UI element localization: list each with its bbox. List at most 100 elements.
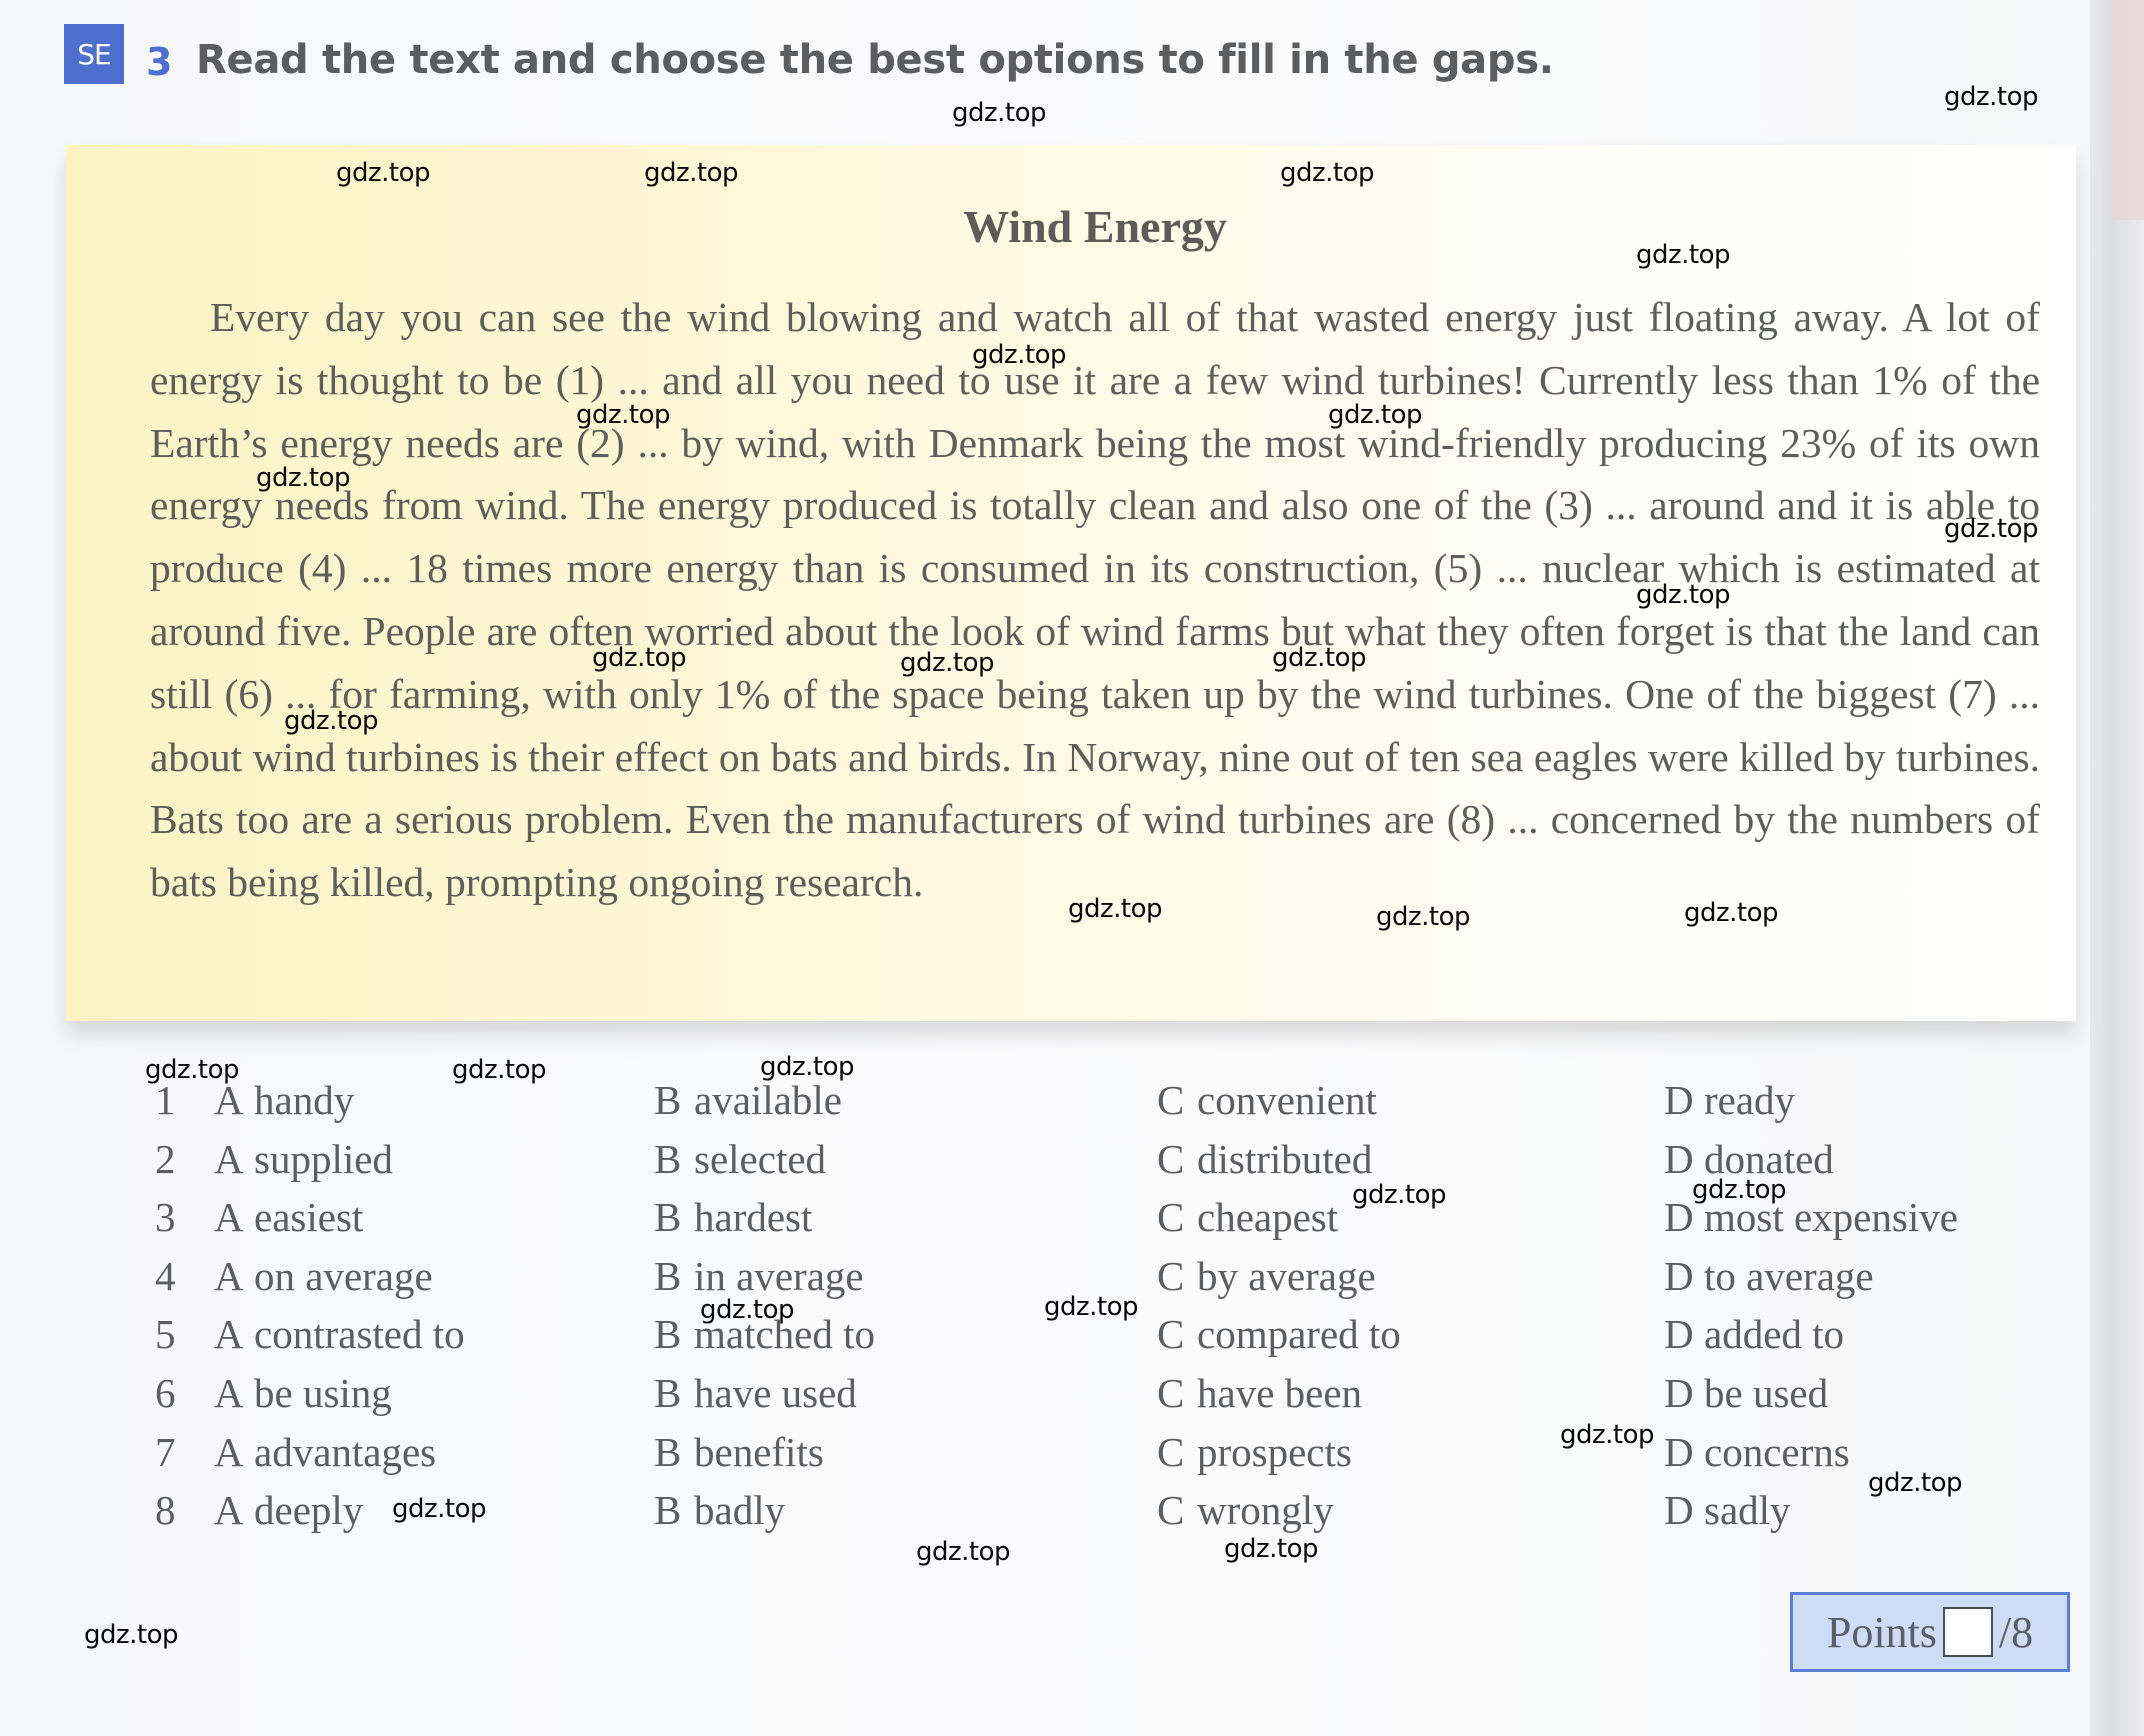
option-letter: B xyxy=(654,1077,682,1123)
watermark: gdz.top xyxy=(700,1295,795,1325)
passage-title: Wind Energy xyxy=(963,201,1227,252)
option-a[interactable]: Adeeply xyxy=(214,1486,363,1534)
option-b[interactable]: Bhardest xyxy=(654,1193,812,1241)
se-badge: SE xyxy=(64,24,124,84)
option-text: by average xyxy=(1197,1252,1376,1299)
option-letter: C xyxy=(1157,1135,1185,1182)
option-c[interactable]: Ccompared to xyxy=(1157,1310,1401,1358)
option-d[interactable]: Dconcerns xyxy=(1664,1428,1850,1476)
option-text: selected xyxy=(694,1135,827,1182)
option-d[interactable]: Dready xyxy=(1664,1076,1795,1124)
watermark: gdz.top xyxy=(1636,240,1731,270)
option-c[interactable]: Cby average xyxy=(1157,1252,1376,1300)
option-letter: C xyxy=(1157,1252,1185,1299)
watermark: gdz.top xyxy=(145,1055,240,1085)
option-letter: B xyxy=(654,1370,682,1416)
option-letter: C xyxy=(1157,1370,1185,1416)
passage-text: Every day you can see the wind blowing a… xyxy=(150,294,2040,906)
option-d[interactable]: Dsadly xyxy=(1664,1486,1791,1534)
option-row: 3 Aeasiest Bhardest Ccheapest Dmost expensiv… xyxy=(0,1193,2144,1251)
option-letter: D xyxy=(1664,1252,1694,1299)
option-text: added to xyxy=(1704,1311,1845,1358)
option-text: wrongly xyxy=(1197,1487,1334,1534)
watermark: gdz.top xyxy=(1944,82,2039,112)
watermark: gdz.top xyxy=(576,400,671,430)
option-letter: D xyxy=(1664,1428,1694,1475)
option-letter: B xyxy=(654,1487,682,1534)
option-text: deeply xyxy=(254,1487,364,1534)
watermark: gdz.top xyxy=(1044,1292,1139,1322)
option-row: 6 Abe using Bhave used Chave been Dbe used xyxy=(0,1369,2144,1427)
option-a[interactable]: Aon average xyxy=(214,1252,433,1300)
option-c[interactable]: Cwrongly xyxy=(1157,1486,1334,1534)
option-b[interactable]: Bhave used xyxy=(654,1369,857,1417)
option-c[interactable]: Cconvenient xyxy=(1157,1076,1377,1124)
option-letter: A xyxy=(214,1252,244,1299)
option-b[interactable]: Bavailable xyxy=(654,1076,842,1124)
option-letter: C xyxy=(1157,1428,1185,1475)
option-c[interactable]: Ccheapest xyxy=(1157,1193,1338,1241)
points-max: /8 xyxy=(1998,1607,2034,1657)
watermark: gdz.top xyxy=(1868,1468,1963,1498)
option-a[interactable]: Aadvantages xyxy=(214,1428,436,1476)
option-d[interactable]: Dbe used xyxy=(1664,1369,1828,1417)
option-text: available xyxy=(694,1077,842,1123)
option-c[interactable]: Cdistributed xyxy=(1157,1135,1372,1183)
watermark: gdz.top xyxy=(760,1052,855,1082)
option-letter: B xyxy=(654,1252,682,1299)
question-number: 5 xyxy=(155,1311,176,1358)
option-d[interactable]: Dto average xyxy=(1664,1252,1874,1300)
option-a[interactable]: Acontrasted to xyxy=(214,1310,465,1358)
option-text: distributed xyxy=(1197,1135,1373,1182)
watermark: gdz.top xyxy=(1692,1175,1787,1205)
points-input[interactable] xyxy=(1942,1607,1993,1657)
watermark: gdz.top xyxy=(1352,1180,1447,1210)
question-number: 7 xyxy=(155,1428,176,1475)
watermark: gdz.top xyxy=(452,1055,547,1085)
book-spine-tint xyxy=(2112,0,2144,220)
option-row: 1 Ahandy Bavailable Cconvenient Dready xyxy=(0,1076,2144,1134)
option-b[interactable]: Bin average xyxy=(654,1252,864,1300)
option-letter: A xyxy=(214,1311,244,1358)
watermark: gdz.top xyxy=(256,463,351,493)
option-text: concerns xyxy=(1704,1428,1850,1475)
watermark: gdz.top xyxy=(592,643,687,673)
option-letter: A xyxy=(214,1370,244,1416)
option-row: 8 Adeeply Bbadly Cwrongly Dsadly xyxy=(0,1486,2144,1544)
option-a[interactable]: Abe using xyxy=(214,1369,392,1417)
option-text: have used xyxy=(694,1370,857,1416)
watermark: gdz.top xyxy=(84,1620,179,1650)
watermark: gdz.top xyxy=(972,340,1067,370)
option-d[interactable]: Dadded to xyxy=(1664,1310,1844,1358)
watermark: gdz.top xyxy=(900,648,995,678)
option-text: prospects xyxy=(1197,1428,1352,1475)
option-text: cheapest xyxy=(1197,1194,1339,1241)
option-c[interactable]: Chave been xyxy=(1157,1369,1362,1417)
option-text: to average xyxy=(1704,1252,1874,1299)
watermark: gdz.top xyxy=(336,158,431,188)
question-number: 3 xyxy=(155,1194,176,1241)
watermark: gdz.top xyxy=(1636,580,1731,610)
option-text: handy xyxy=(254,1077,355,1123)
watermark: gdz.top xyxy=(1376,902,1471,932)
option-letter: A xyxy=(214,1135,244,1182)
option-text: compared to xyxy=(1197,1311,1401,1358)
option-b[interactable]: Bbadly xyxy=(654,1486,785,1534)
option-c[interactable]: Cprospects xyxy=(1157,1428,1352,1476)
option-letter: A xyxy=(214,1487,244,1534)
option-a[interactable]: Asupplied xyxy=(214,1135,393,1183)
watermark: gdz.top xyxy=(1328,400,1423,430)
watermark: gdz.top xyxy=(1224,1534,1319,1564)
option-b[interactable]: Bbenefits xyxy=(654,1428,824,1476)
task-number: 3 xyxy=(146,40,173,84)
option-text: in average xyxy=(694,1252,864,1299)
watermark: gdz.top xyxy=(952,98,1047,128)
option-letter: A xyxy=(214,1428,244,1475)
option-row: 2 Asupplied Bselected Cdistributed Ddonated xyxy=(0,1135,2144,1193)
option-text: ready xyxy=(1704,1077,1796,1123)
option-a[interactable]: Aeasiest xyxy=(214,1193,363,1241)
watermark: gdz.top xyxy=(644,158,739,188)
option-text: advantages xyxy=(254,1428,437,1475)
option-b[interactable]: Bselected xyxy=(654,1135,826,1183)
points-label: Points xyxy=(1826,1607,1937,1657)
